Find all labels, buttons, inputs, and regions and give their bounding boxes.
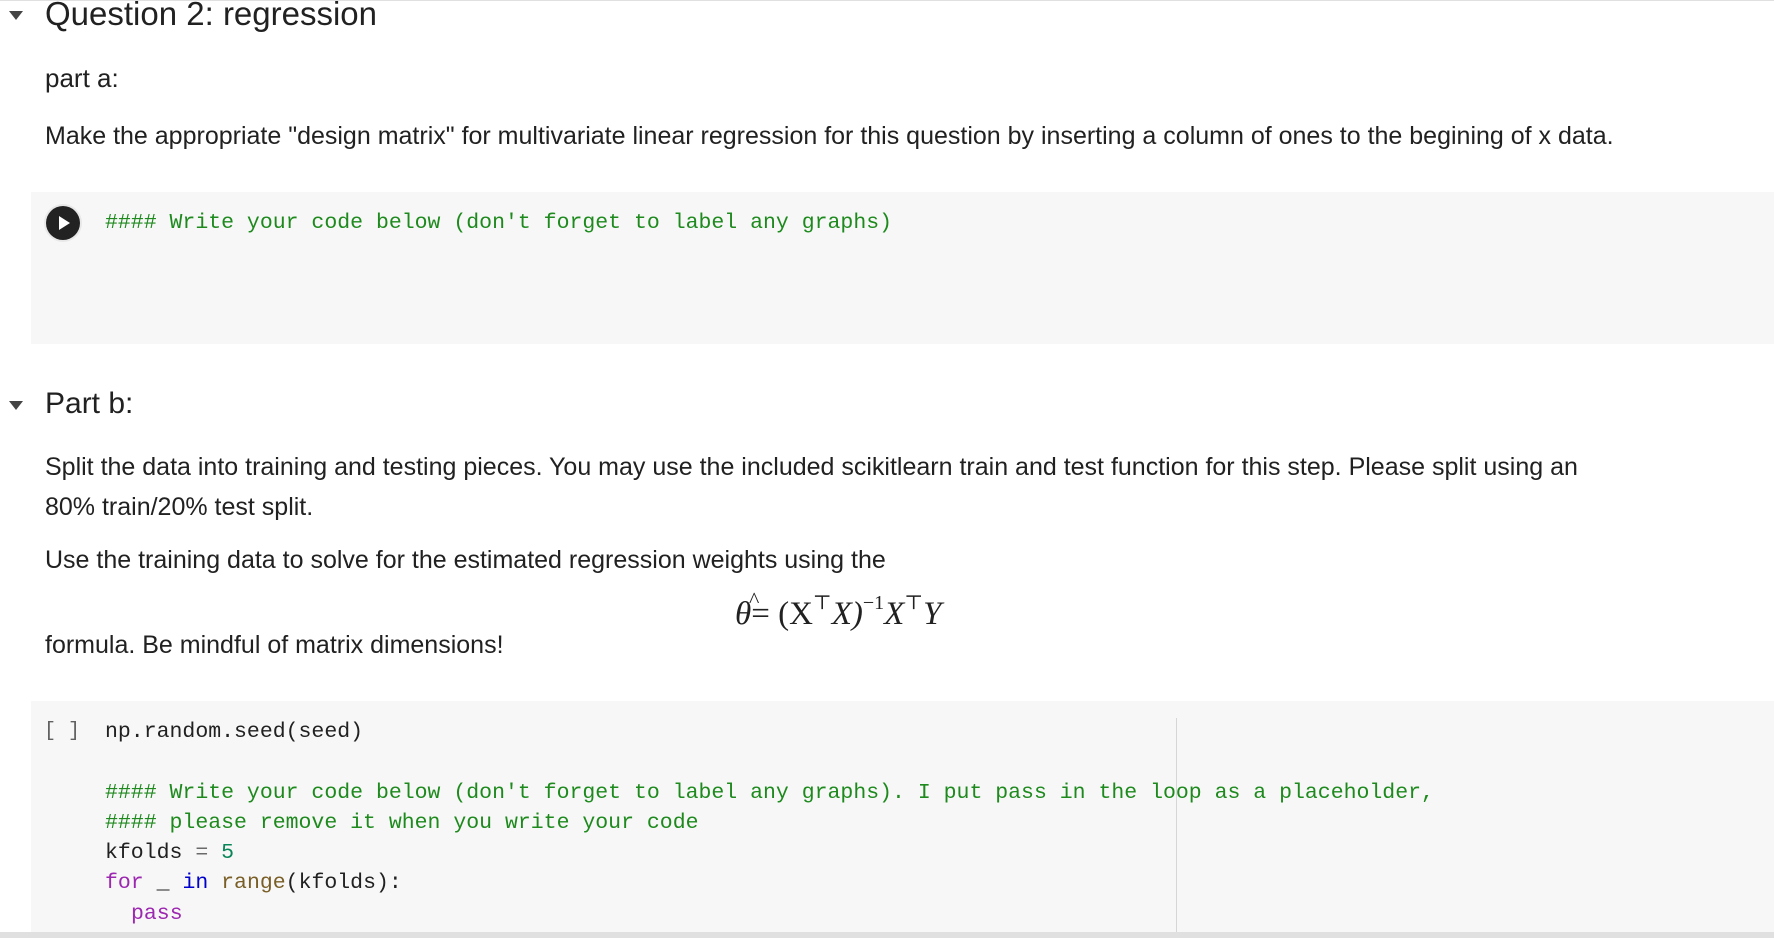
part-a-text: Make the appropriate "design matrix" for… (45, 122, 1614, 150)
formula-part: = (X (751, 596, 813, 632)
part-b-text-line-3: Use the training data to solve for the e… (45, 546, 886, 574)
code-token: for (105, 871, 144, 895)
play-icon (59, 216, 70, 230)
code-line-3: #### please remove it when you write you… (105, 811, 699, 835)
hat-symbol: ^ (749, 587, 760, 612)
part-b-text-line-4: formula. Be mindful of matrix dimensions… (45, 631, 504, 659)
code-line-4: kfolds = 5 (105, 838, 234, 868)
formula-part: X (884, 596, 905, 632)
code-token: = (182, 841, 222, 865)
code-token: kfolds (105, 841, 183, 865)
line-length-ruler (1176, 718, 1177, 932)
normal-equation-formula: θ ^ = (X⊤X)−1X⊤Y (735, 585, 942, 632)
section-heading: Question 2: regression (45, 0, 378, 32)
collapse-section-icon[interactable] (9, 11, 23, 20)
code-line-comment: #### Write your code below (don't forget… (105, 211, 893, 235)
code-line-2: #### Write your code below (don't forget… (105, 781, 1434, 805)
code-token: in (182, 871, 209, 895)
part-b-text-line-2: 80% train/20% test split. (45, 493, 314, 521)
inverse-exponent: −1 (862, 592, 885, 614)
code-cell-part-a[interactable]: #### Write your code below (don't forget… (31, 192, 1774, 344)
formula-part: Y (923, 596, 942, 632)
code-token: 5 (221, 841, 235, 865)
execution-count[interactable]: [ ] (44, 720, 80, 743)
code-token: range (221, 871, 286, 895)
transpose-symbol: ⊤ (812, 592, 832, 614)
part-b-title: Part b: (45, 387, 134, 420)
collapse-section-icon[interactable] (9, 401, 23, 410)
run-cell-button[interactable] (46, 206, 80, 240)
code-token: (kfolds): (285, 871, 402, 895)
code-line-6: pass (131, 902, 183, 926)
code-line-5: for _ in range(kfolds): (105, 868, 402, 898)
horizontal-scrollbar[interactable] (0, 932, 1774, 938)
transpose-symbol: ⊤ (904, 592, 924, 614)
code-token: _ (143, 871, 183, 895)
part-b-text-line-1: Split the data into training and testing… (45, 453, 1578, 481)
code-line-1: np.random.seed(seed) (105, 720, 364, 744)
formula-part: X) (831, 596, 863, 632)
code-cell-part-b[interactable]: [ ] np.random.seed(seed) #### Write your… (31, 701, 1774, 932)
part-a-title: part a: (45, 63, 119, 93)
theta-hat: θ ^ (735, 587, 759, 632)
